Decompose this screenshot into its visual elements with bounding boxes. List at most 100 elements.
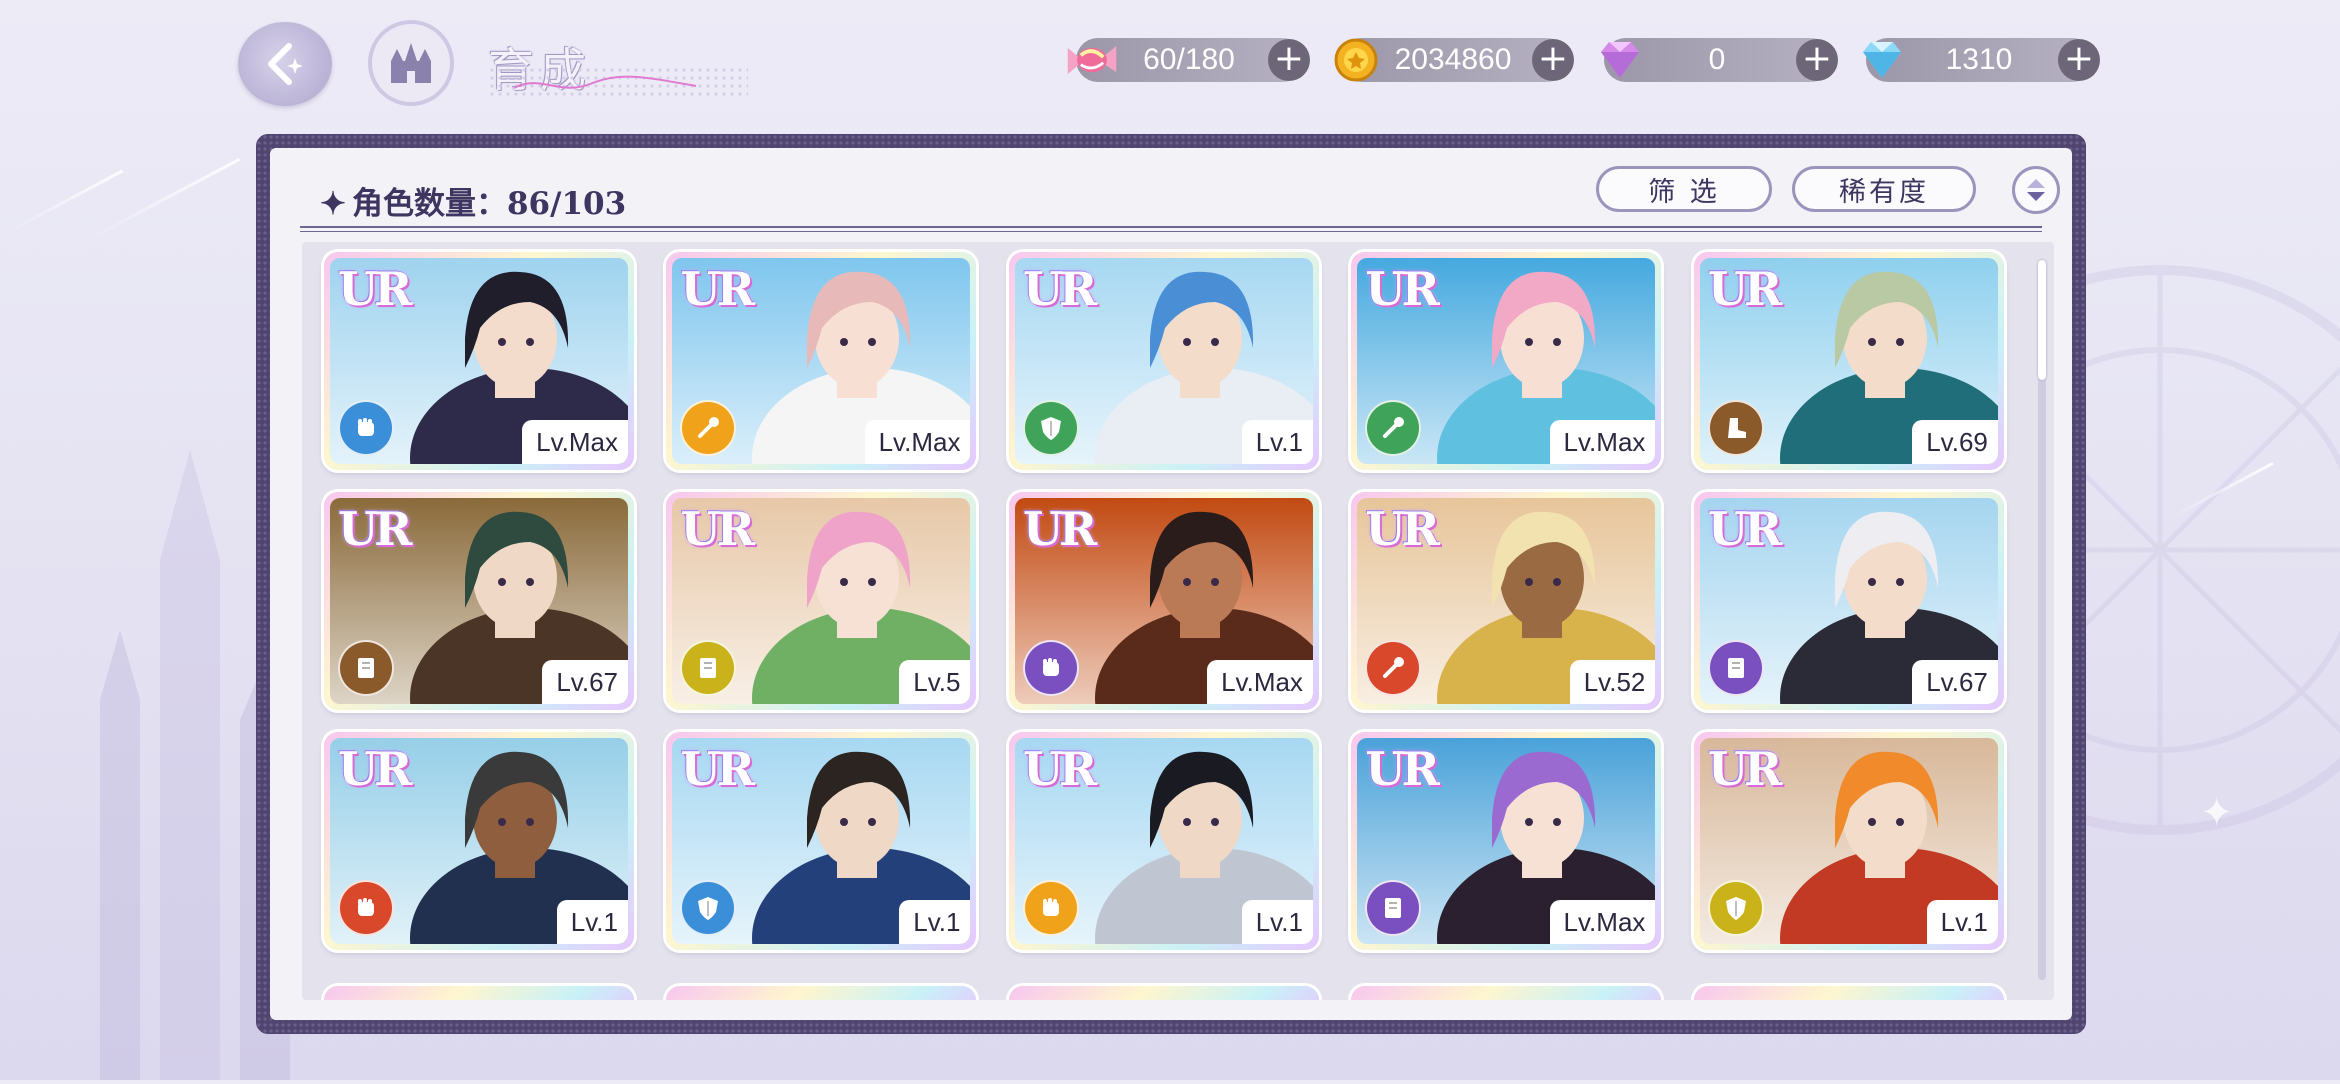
add-free-gem-button[interactable]: + xyxy=(2058,39,2100,81)
character-card[interactable]: UR Lv.1 xyxy=(1008,252,1319,470)
gold-counter: 2034860 + xyxy=(1334,38,1574,82)
rarity-badge: UR xyxy=(1022,262,1097,316)
header-divider xyxy=(300,226,2042,232)
book-icon xyxy=(1365,880,1422,936)
level-label: Lv.1 xyxy=(556,900,628,944)
shield-icon xyxy=(1022,400,1079,456)
wand-icon xyxy=(1365,400,1422,456)
character-portrait: UR Lv.Max xyxy=(1014,498,1313,704)
light-streak xyxy=(6,169,124,234)
blue-diamond-icon xyxy=(1854,32,1910,88)
level-label: Lv.1 xyxy=(1241,900,1313,944)
character-card[interactable] xyxy=(1008,986,1319,1000)
character-portrait: UR Lv.Max xyxy=(672,258,971,464)
level-label: Lv.Max xyxy=(522,420,628,464)
character-card[interactable] xyxy=(666,986,977,1000)
level-label: Lv.1 xyxy=(899,900,971,944)
character-card[interactable] xyxy=(1351,986,1662,1000)
castle-icon xyxy=(391,43,431,83)
add-stamina-button[interactable]: + xyxy=(1268,39,1310,81)
candy-icon xyxy=(1064,32,1120,88)
character-card[interactable]: UR Lv.69 xyxy=(1693,252,2004,470)
rarity-badge: UR xyxy=(680,742,754,796)
character-card[interactable]: UR Lv.67 xyxy=(324,492,634,710)
level-label: Lv.69 xyxy=(1912,420,1998,464)
character-count-text: 角色数量：86/103 xyxy=(351,186,627,222)
character-card[interactable]: UR Lv.Max xyxy=(1351,732,1662,950)
scrollbar-thumb[interactable] xyxy=(2038,260,2046,380)
sparkle-icon: ✦ xyxy=(2200,790,2234,836)
add-gold-button[interactable]: + xyxy=(1532,39,1574,81)
character-card[interactable] xyxy=(1693,986,2004,1000)
character-card[interactable]: UR Lv.5 xyxy=(666,492,977,710)
character-portrait: UR Lv.1 xyxy=(330,738,628,944)
character-panel-inner: ✦ 角色数量：86/103 筛 选 稀有度 UR Lv.Max UR Lv.Max UR L… xyxy=(270,148,2072,1020)
fist-icon xyxy=(1022,880,1079,936)
character-portrait: UR Lv.1 xyxy=(1014,258,1313,464)
character-panel: ✦ 角色数量：86/103 筛 选 稀有度 UR Lv.Max UR Lv.Max UR L… xyxy=(256,134,2086,1034)
character-portrait: UR Lv.1 xyxy=(1014,738,1313,944)
level-label: Lv.Max xyxy=(1549,900,1656,944)
character-portrait: UR Lv.67 xyxy=(330,498,628,704)
rarity-badge: UR xyxy=(1022,742,1097,796)
character-grid[interactable]: UR Lv.Max UR Lv.Max UR Lv.1 UR Lv.Max UR Lv.69 UR L… xyxy=(302,242,2054,1000)
character-card[interactable]: UR Lv.Max xyxy=(666,252,977,470)
character-portrait: UR Lv.52 xyxy=(1357,498,1656,704)
back-arrow-icon xyxy=(268,43,303,85)
rarity-badge: UR xyxy=(338,502,412,556)
sort-arrows-icon xyxy=(2027,179,2045,201)
character-card[interactable]: UR Lv.Max xyxy=(1008,492,1319,710)
book-icon xyxy=(338,640,394,696)
character-card[interactable]: UR Lv.Max xyxy=(324,252,634,470)
character-card[interactable]: UR Lv.1 xyxy=(324,732,634,950)
pink-diamond-icon xyxy=(1592,32,1648,88)
level-label: Lv.1 xyxy=(1926,900,1998,944)
rarity-badge: UR xyxy=(1707,262,1782,316)
light-streak xyxy=(2166,462,2274,521)
character-card[interactable]: UR Lv.Max xyxy=(1351,252,1662,470)
character-card[interactable]: UR Lv.67 xyxy=(1693,492,2004,710)
back-button[interactable] xyxy=(238,22,332,106)
character-card[interactable]: UR Lv.1 xyxy=(666,732,977,950)
level-label: Lv.67 xyxy=(1912,660,1998,704)
title-script-decoration xyxy=(513,75,697,89)
level-label: Lv.Max xyxy=(1207,660,1313,704)
coin-icon xyxy=(1328,32,1384,88)
fist-icon xyxy=(338,880,394,936)
filter-button[interactable]: 筛 选 xyxy=(1596,166,1772,212)
character-card[interactable]: UR Lv.1 xyxy=(1008,732,1319,950)
character-portrait: UR Lv.Max xyxy=(1357,738,1656,944)
character-portrait: UR Lv.67 xyxy=(1699,498,1998,704)
character-portrait: UR Lv.1 xyxy=(1699,738,1998,944)
character-portrait: UR Lv.5 xyxy=(672,498,971,704)
rarity-badge: UR xyxy=(1365,262,1439,316)
boot-icon xyxy=(1707,400,1764,456)
level-label: Lv.67 xyxy=(542,660,628,704)
character-card[interactable]: UR Lv.1 xyxy=(1693,732,2004,950)
rarity-sort-button[interactable]: 稀有度 xyxy=(1792,166,1976,212)
rarity-badge: UR xyxy=(338,742,412,796)
rarity-badge: UR xyxy=(1707,502,1782,556)
fist-icon xyxy=(338,400,394,456)
character-portrait: UR Lv.Max xyxy=(330,258,628,464)
free-gem-counter: 1310 + xyxy=(1863,38,2100,82)
rarity-badge: UR xyxy=(680,262,754,316)
character-card[interactable]: UR Lv.52 xyxy=(1351,492,1662,710)
character-card[interactable] xyxy=(324,986,634,1000)
home-button[interactable] xyxy=(368,20,454,106)
shield-icon xyxy=(1707,880,1764,936)
level-label: Lv.1 xyxy=(1241,420,1313,464)
rarity-badge: UR xyxy=(680,502,754,556)
light-streak xyxy=(79,157,241,246)
rarity-badge: UR xyxy=(1707,742,1782,796)
character-count: ✦ 角色数量：86/103 xyxy=(320,178,626,223)
level-label: Lv.Max xyxy=(1549,420,1656,464)
add-paid-gem-button[interactable]: + xyxy=(1796,39,1838,81)
level-label: Lv.5 xyxy=(899,660,971,704)
rarity-badge: UR xyxy=(338,262,412,316)
book-icon xyxy=(1707,640,1764,696)
sort-order-button[interactable] xyxy=(2012,166,2060,214)
rarity-badge: UR xyxy=(1365,502,1439,556)
fist-icon xyxy=(1022,640,1079,696)
wand-icon xyxy=(1365,640,1422,696)
